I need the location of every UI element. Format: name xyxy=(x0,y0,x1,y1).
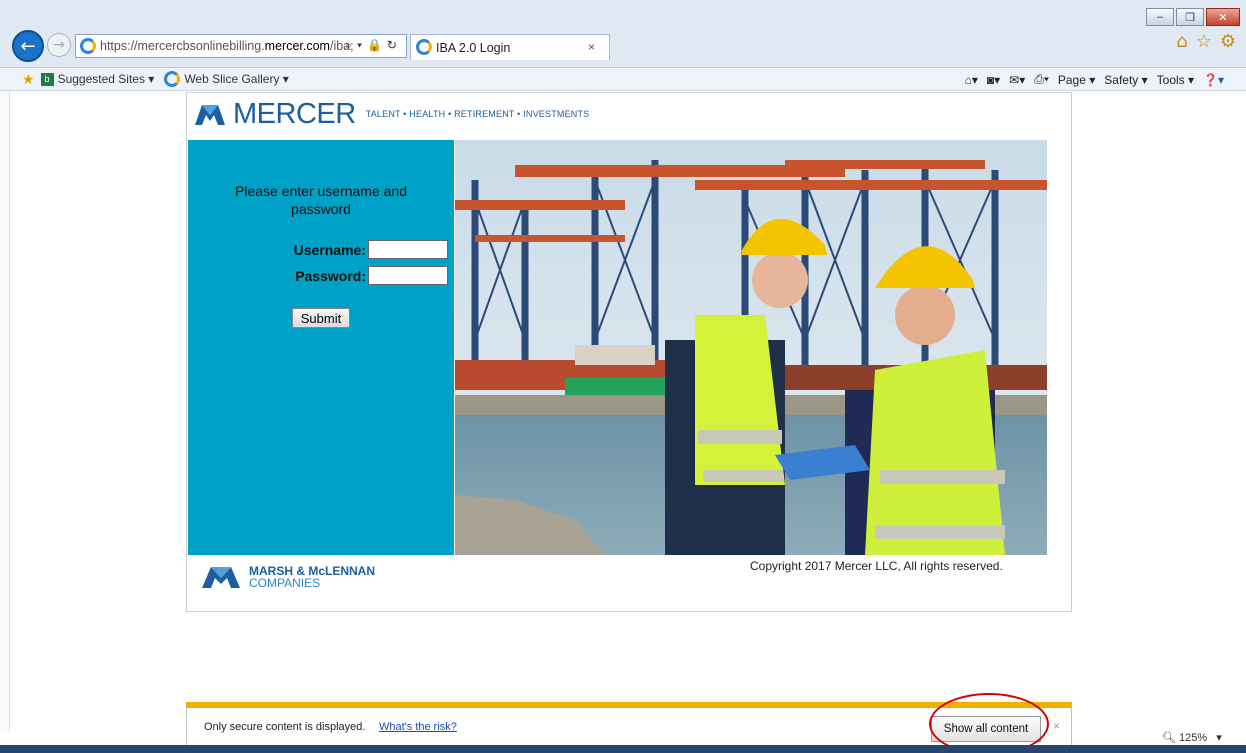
safety-menu[interactable]: Safety ▾ xyxy=(1104,73,1147,87)
login-prompt: Please enter username and password xyxy=(235,183,407,217)
forward-button[interactable]: → xyxy=(47,33,71,57)
zoom-icon: 🔍︎ xyxy=(1162,732,1176,744)
browser-tools: ⌂ ☆ ⚙ xyxy=(1176,31,1236,52)
left-edge xyxy=(0,91,10,731)
copyright-text: Copyright 2017 Mercer LLC, All rights re… xyxy=(750,559,1003,573)
mmc-line2: COMPANIES xyxy=(249,576,321,590)
back-button[interactable]: ← xyxy=(12,30,44,62)
username-label: Username: xyxy=(293,241,366,258)
tools-menu[interactable]: Tools ▾ xyxy=(1157,73,1194,87)
password-input[interactable] xyxy=(368,266,448,285)
print-icon[interactable]: ⎙▾ xyxy=(1034,72,1049,87)
favorites-bar: ★ b Suggested Sites ▾ Web Slice Gallery … xyxy=(0,68,1246,91)
settings-gear-icon[interactable]: ⚙ xyxy=(1220,31,1236,52)
ie-icon xyxy=(164,71,181,87)
tab-iba-login[interactable]: IBA 2.0 Login × xyxy=(410,34,610,60)
home-icon[interactable]: ⌂▾ xyxy=(965,73,978,87)
tab-close-icon[interactable]: × xyxy=(588,40,595,54)
window-controls: – ❐ ✕ xyxy=(1146,8,1240,26)
help-icon[interactable]: ❓▾ xyxy=(1203,73,1224,87)
feeds-icon[interactable]: ◙▾ xyxy=(987,73,1000,87)
port-workers-photo xyxy=(455,140,1047,555)
notification-message: Only secure content is displayed. xyxy=(204,721,366,733)
mercer-mark-icon xyxy=(195,105,225,125)
url-prefix: https://mercercbsonlinebilling. xyxy=(100,39,265,53)
command-bar: ⌂▾ ◙▾ ✉▾ ⎙▾ Page ▾ Safety ▾ Tools ▾ ❓▾ xyxy=(965,68,1224,91)
highlight-circle-annotation xyxy=(929,693,1049,753)
marsh-mclennan-logo: MARSH & McLENNAN COMPANIES xyxy=(201,564,375,590)
ie-icon xyxy=(80,38,96,54)
ie-icon xyxy=(416,39,432,55)
login-panel: Please enter username and password Usern… xyxy=(188,140,454,555)
minimize-button[interactable]: – xyxy=(1146,8,1174,26)
close-window-button[interactable]: ✕ xyxy=(1206,8,1240,26)
brand-name: MERCER xyxy=(233,97,356,130)
taskbar xyxy=(0,745,1246,753)
close-notification-icon[interactable]: × xyxy=(1053,719,1060,733)
url-host: mercer.com xyxy=(264,39,330,53)
restore-button[interactable]: ❐ xyxy=(1176,8,1204,26)
mmc-mark-icon xyxy=(202,567,240,588)
bing-icon: b xyxy=(40,72,54,86)
suggested-sites-link[interactable]: b Suggested Sites ▾ xyxy=(40,72,154,86)
submit-button[interactable]: Submit xyxy=(292,308,350,328)
password-row: Password: xyxy=(240,266,448,285)
tab-title: IBA 2.0 Login xyxy=(436,40,511,55)
mail-icon[interactable]: ✉▾ xyxy=(1009,73,1025,87)
zoom-level[interactable]: 🔍︎ 125% ▾ xyxy=(1162,731,1222,744)
page-menu[interactable]: Page ▾ xyxy=(1058,73,1095,87)
brand-tagline: TALENT • HEALTH • RETIREMENT • INVESTMEN… xyxy=(365,109,590,119)
whats-the-risk-link[interactable]: What's the risk? xyxy=(379,721,457,733)
username-row: Username: xyxy=(240,240,448,259)
arrow-left-icon: ← xyxy=(20,35,36,57)
browser-toolbar: ← → https://mercercbsonlinebilling. merce… xyxy=(0,0,1246,68)
web-slice-gallery-link[interactable]: Web Slice Gallery ▾ xyxy=(164,71,289,87)
arrow-right-icon: → xyxy=(53,37,65,53)
favorites-star-icon[interactable]: ★ xyxy=(22,71,35,88)
mercer-logo: MERCER TALENT • HEALTH • RETIREMENT • IN… xyxy=(193,97,589,131)
favorites-star-icon[interactable]: ☆ xyxy=(1196,31,1212,52)
username-input[interactable] xyxy=(368,240,448,259)
address-bar[interactable]: https://mercercbsonlinebilling. mercer.co… xyxy=(75,34,407,58)
password-label: Password: xyxy=(295,267,366,284)
home-icon[interactable]: ⌂ xyxy=(1176,31,1187,52)
address-actions[interactable]: ⌕▾🔒↻ xyxy=(345,38,402,53)
